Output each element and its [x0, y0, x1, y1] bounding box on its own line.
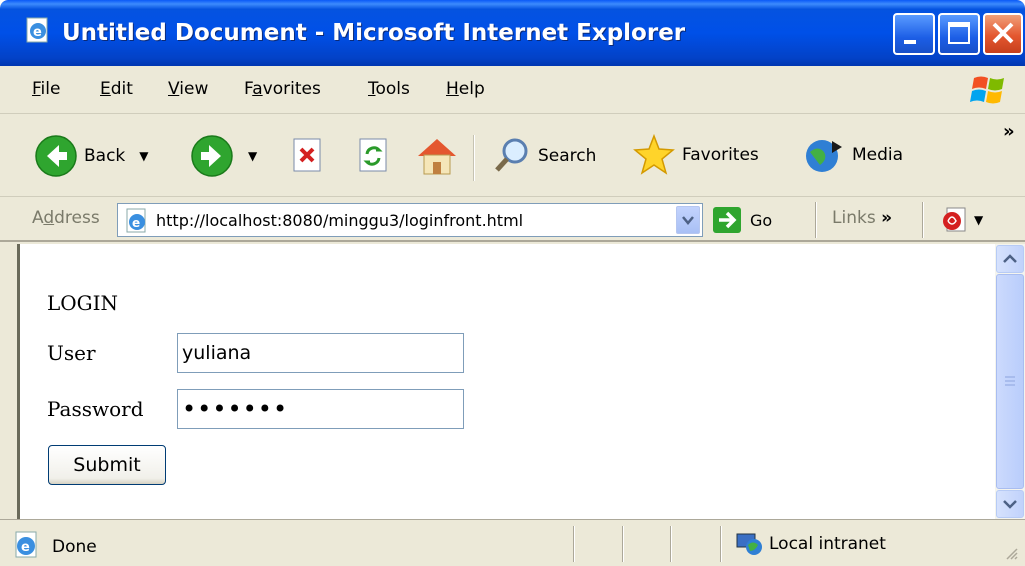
refresh-icon	[359, 138, 387, 172]
menu-tools[interactable]: Tools	[368, 79, 410, 99]
vertical-scrollbar[interactable]	[995, 244, 1025, 519]
home-button[interactable]	[414, 134, 460, 178]
svg-text:e: e	[132, 216, 140, 230]
back-button[interactable]: Back ▼	[34, 134, 149, 178]
password-input[interactable]	[177, 389, 464, 429]
page-content: LOGIN User Password Submit	[20, 244, 995, 519]
address-divider	[815, 202, 817, 238]
status-bar: e Done Local intranet	[0, 519, 1025, 566]
close-icon	[992, 22, 1014, 44]
address-input[interactable]: e http://localhost:8080/minggu3/loginfro…	[117, 203, 703, 237]
status-divider	[622, 526, 624, 562]
resize-grip[interactable]	[1005, 546, 1019, 560]
user-label: User	[47, 341, 96, 365]
links-button[interactable]: Links »	[832, 208, 892, 228]
go-button[interactable]: Go	[712, 206, 772, 234]
status-text: Done	[52, 537, 97, 557]
media-icon	[806, 140, 842, 172]
menu-bar: File Edit View Favorites Tools Help	[0, 66, 1025, 114]
window-frame-left	[0, 244, 20, 519]
address-label: Address	[32, 208, 100, 228]
pdf-icon	[943, 207, 966, 232]
security-zone: Local intranet	[735, 531, 886, 557]
title-bar[interactable]: e Untitled Document - Microsoft Internet…	[0, 0, 1025, 66]
svg-text:e: e	[33, 25, 42, 40]
favorites-button[interactable]: Favorites	[632, 133, 759, 177]
forward-dropdown-icon[interactable]: ▼	[248, 149, 257, 163]
address-url: http://localhost:8080/minggu3/loginfront…	[156, 211, 524, 230]
menu-favorites[interactable]: Favorites	[244, 79, 321, 99]
password-label: Password	[47, 397, 144, 421]
back-dropdown-icon[interactable]: ▼	[139, 149, 148, 163]
menu-edit[interactable]: Edit	[100, 79, 133, 99]
svg-text:e: e	[21, 540, 30, 555]
back-arrow-icon	[35, 135, 77, 177]
scroll-up-button[interactable]	[996, 245, 1024, 273]
search-button[interactable]: Search	[492, 136, 596, 176]
window-title: Untitled Document - Microsoft Internet E…	[62, 20, 686, 46]
ie-page-icon: e	[15, 531, 37, 558]
windows-logo-icon	[970, 76, 1004, 104]
maximize-button[interactable]	[938, 13, 980, 55]
toolbar-overflow-chevron[interactable]: »	[1003, 121, 1015, 142]
go-arrow-icon	[713, 207, 741, 233]
page-icon: e	[126, 208, 146, 233]
stop-button[interactable]	[290, 137, 326, 175]
intranet-icon	[736, 533, 762, 555]
menu-file[interactable]: File	[32, 79, 60, 99]
status-divider	[573, 526, 575, 562]
minimize-icon	[904, 40, 916, 44]
star-icon	[633, 133, 675, 175]
media-button[interactable]: Media	[802, 135, 903, 175]
scroll-thumb[interactable]	[996, 274, 1024, 489]
standard-toolbar: Back ▼ ▼ Search Favorites Media »	[0, 115, 1025, 197]
links-divider	[922, 202, 924, 238]
close-button[interactable]	[983, 13, 1023, 55]
pdf-dropdown-icon[interactable]: ▼	[974, 213, 983, 227]
status-divider	[670, 526, 672, 562]
grip-icon	[1005, 376, 1015, 386]
scroll-down-button[interactable]	[996, 490, 1024, 518]
menu-view[interactable]: View	[168, 79, 208, 99]
forward-button[interactable]: ▼	[190, 134, 257, 178]
stop-icon	[293, 138, 321, 172]
refresh-button[interactable]	[356, 137, 392, 175]
forward-arrow-icon	[191, 135, 233, 177]
maximize-icon	[948, 22, 970, 44]
status-divider	[720, 526, 722, 562]
pdf-button[interactable]: ▼	[940, 205, 983, 235]
search-icon	[495, 138, 528, 172]
ie-page-icon: e	[26, 17, 48, 43]
minimize-button[interactable]	[893, 13, 935, 55]
menu-help[interactable]: Help	[446, 79, 485, 99]
login-heading: LOGIN	[47, 291, 119, 315]
toolbar-separator	[473, 135, 475, 181]
address-dropdown-button[interactable]	[676, 206, 700, 234]
user-input[interactable]	[177, 333, 464, 373]
chevron-down-icon	[1003, 500, 1017, 509]
chevron-up-icon	[1003, 254, 1017, 263]
resize-grip-icon	[1006, 548, 1018, 560]
chevron-down-icon	[682, 216, 694, 225]
home-icon	[418, 139, 456, 175]
address-bar: Address e http://localhost:8080/minggu3/…	[0, 198, 1025, 242]
browser-window: e Untitled Document - Microsoft Internet…	[0, 0, 1025, 566]
submit-button[interactable]: Submit	[48, 445, 166, 485]
